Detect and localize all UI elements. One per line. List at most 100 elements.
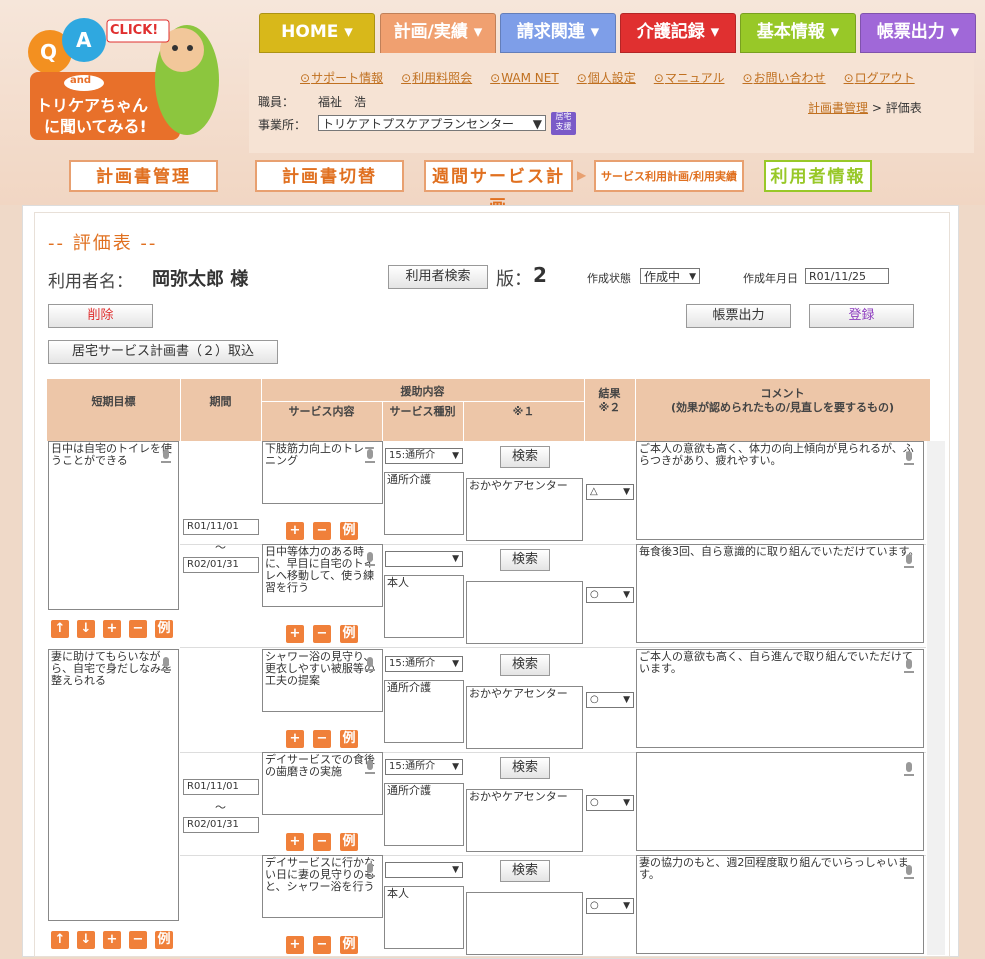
comment-textarea[interactable]: ご本人の意欲も高く、自ら進んで取り組んでいただけています。 — [636, 649, 924, 748]
minus-icon[interactable]: − — [313, 625, 331, 643]
search-button[interactable]: 検索 — [500, 654, 550, 676]
service-type-select[interactable]: 15:通所介 ▼ — [385, 759, 463, 775]
minus-icon[interactable]: − — [313, 936, 331, 954]
scrollbar[interactable] — [927, 441, 945, 955]
link-support[interactable]: サポート情報 — [300, 71, 383, 85]
user-search-button[interactable]: 利用者検索 — [388, 265, 488, 289]
type-textarea[interactable]: 通所介護 — [384, 472, 464, 535]
search-button[interactable]: 検索 — [500, 757, 550, 779]
mic-icon[interactable] — [365, 449, 375, 465]
service-type-select[interactable]: ▼ — [385, 862, 463, 878]
plus-icon[interactable]: + — [286, 625, 304, 643]
result-select[interactable]: ○ ▼ — [586, 587, 634, 603]
search-button[interactable]: 検索 — [500, 446, 550, 468]
plus-icon[interactable]: + — [286, 522, 304, 540]
example-icon[interactable]: 例 — [340, 833, 358, 851]
example-icon[interactable]: 例 — [340, 522, 358, 540]
link-manual[interactable]: マニュアル — [654, 71, 725, 85]
comment-textarea[interactable] — [636, 752, 924, 851]
example-icon[interactable]: 例 — [340, 936, 358, 954]
period-end-input[interactable]: R02/01/31 — [183, 817, 259, 833]
mic-icon[interactable] — [365, 552, 375, 568]
minus-icon[interactable]: − — [313, 522, 331, 540]
breadcrumb-plan-link[interactable]: 計画書管理 — [808, 101, 868, 115]
plus-icon[interactable]: + — [103, 620, 121, 638]
move-down-icon[interactable]: ↓ — [77, 620, 95, 638]
minus-icon[interactable]: − — [313, 833, 331, 851]
move-down-icon[interactable]: ↓ — [77, 931, 95, 949]
provider-textarea[interactable] — [466, 892, 583, 955]
result-select[interactable]: ○ ▼ — [586, 692, 634, 708]
provider-textarea[interactable]: おかやケアセンター — [466, 686, 583, 749]
result-select[interactable]: △ ▼ — [586, 484, 634, 500]
minus-icon[interactable]: − — [313, 730, 331, 748]
move-up-icon[interactable]: ↑ — [51, 931, 69, 949]
link-settings[interactable]: 個人設定 — [577, 71, 636, 85]
nav-basic[interactable]: 基本情報 ▾ — [740, 13, 856, 53]
link-contact[interactable]: お問い合わせ — [742, 71, 825, 85]
plus-icon[interactable]: + — [286, 936, 304, 954]
goal-textarea[interactable]: 日中は自宅のトイレを使うことができる — [48, 441, 179, 610]
example-icon[interactable]: 例 — [340, 730, 358, 748]
period-start-input[interactable]: R01/11/01 — [183, 779, 259, 795]
minus-icon[interactable]: − — [129, 620, 147, 638]
period-end-input[interactable]: R02/01/31 — [183, 557, 259, 573]
plus-icon[interactable]: + — [286, 730, 304, 748]
type-textarea[interactable]: 本人 — [384, 575, 464, 638]
example-icon[interactable]: 例 — [155, 620, 173, 638]
mic-icon[interactable] — [904, 659, 914, 675]
service-usage-button[interactable]: サービス利用計画/利用実績 — [594, 160, 744, 192]
minus-icon[interactable]: − — [129, 931, 147, 949]
search-button[interactable]: 検索 — [500, 860, 550, 882]
search-button[interactable]: 検索 — [500, 549, 550, 571]
service-type-select[interactable]: 15:通所介 ▼ — [385, 656, 463, 672]
register-button[interactable]: 登録 — [809, 304, 914, 328]
mic-icon[interactable] — [904, 762, 914, 778]
example-icon[interactable]: 例 — [340, 625, 358, 643]
plus-icon[interactable]: + — [103, 931, 121, 949]
delete-button[interactable]: 削除 — [48, 304, 153, 328]
service-type-select[interactable]: 15:通所介 ▼ — [385, 448, 463, 464]
nav-billing[interactable]: 請求関連 ▾ — [500, 13, 616, 53]
created-date-input[interactable]: R01/11/25 — [805, 268, 889, 284]
provider-textarea[interactable]: おかやケアセンター — [466, 478, 583, 541]
mic-icon[interactable] — [161, 449, 171, 465]
link-wamnet[interactable]: WAM NET — [490, 71, 559, 85]
import-plan-button[interactable]: 居宅サービス計画書（２）取込 — [48, 340, 278, 364]
plan-switch-button[interactable]: 計画書切替 — [255, 160, 404, 192]
nav-care[interactable]: 介護記録 ▾ — [620, 13, 736, 53]
qa-logo[interactable]: Q A CLICK! and トリケアちゃん に聞いてみる! — [22, 10, 232, 145]
office-select[interactable]: トリケアトプスケアプランセンター ▼ — [318, 115, 546, 131]
type-textarea[interactable]: 通所介護 — [384, 680, 464, 743]
weekly-service-button[interactable]: 週間サービス計画 — [424, 160, 573, 217]
mic-icon[interactable] — [365, 760, 375, 776]
mic-icon[interactable] — [904, 554, 914, 570]
provider-textarea[interactable] — [466, 581, 583, 644]
nav-forms[interactable]: 帳票出力 ▾ — [860, 13, 976, 53]
plan-manage-button[interactable]: 計画書管理 — [69, 160, 218, 192]
link-logout[interactable]: ログアウト — [844, 71, 915, 85]
comment-textarea[interactable]: 妻の協力のもと、週2回程度取り組んでいらっしゃいます。 — [636, 855, 924, 954]
mic-icon[interactable] — [904, 865, 914, 881]
provider-textarea[interactable]: おかやケアセンター — [466, 789, 583, 852]
comment-textarea[interactable]: ご本人の意欲も高く、体力の向上傾向が見られるが、ふらつきがあり、疲れやすい。 — [636, 441, 924, 540]
result-select[interactable]: ○ ▼ — [586, 898, 634, 914]
nav-plan[interactable]: 計画/実績 ▾ — [380, 13, 496, 56]
mic-icon[interactable] — [904, 451, 914, 467]
result-select[interactable]: ○ ▼ — [586, 795, 634, 811]
example-icon[interactable]: 例 — [155, 931, 173, 949]
move-up-icon[interactable]: ↑ — [51, 620, 69, 638]
service-type-select[interactable]: ▼ — [385, 551, 463, 567]
status-select[interactable]: 作成中 ▼ — [640, 268, 700, 284]
goal-textarea[interactable]: 妻に助けてもらいながら、自宅で身だしなみを整えられる — [48, 649, 179, 921]
type-textarea[interactable]: 本人 — [384, 886, 464, 949]
user-info-button[interactable]: 利用者情報 — [764, 160, 872, 192]
print-button[interactable]: 帳票出力 — [686, 304, 791, 328]
mic-icon[interactable] — [365, 657, 375, 673]
nav-home[interactable]: HOME ▾ — [259, 13, 375, 53]
plus-icon[interactable]: + — [286, 833, 304, 851]
link-fee[interactable]: 利用料照会 — [401, 71, 472, 85]
comment-textarea[interactable]: 毎食後3回、自ら意識的に取り組んでいただけています。 — [636, 544, 924, 643]
type-textarea[interactable]: 通所介護 — [384, 783, 464, 846]
mic-icon[interactable] — [365, 863, 375, 879]
